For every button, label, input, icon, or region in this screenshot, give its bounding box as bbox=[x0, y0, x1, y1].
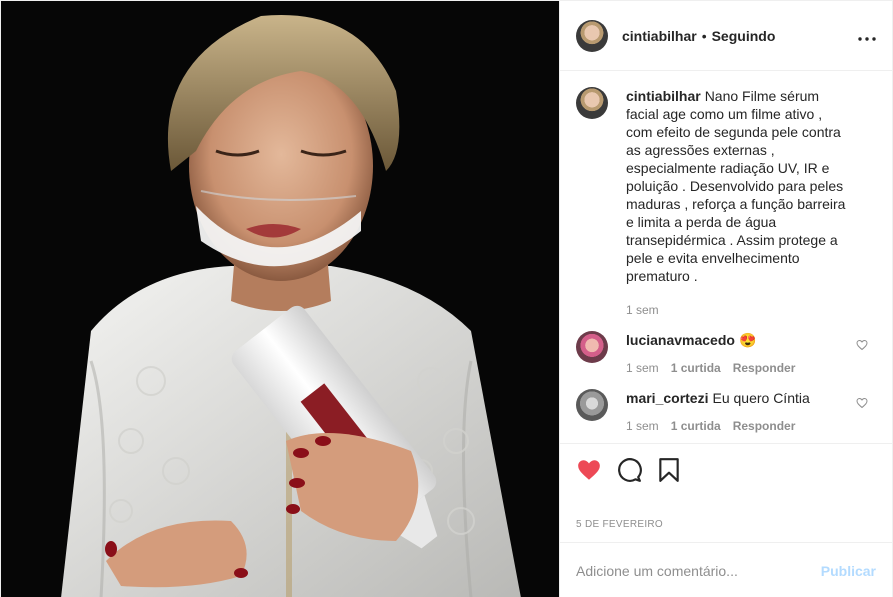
comment-item: mari_cortezi Eu quero Cíntia 1 sem 1 curt… bbox=[576, 389, 876, 433]
comment-icon[interactable] bbox=[616, 457, 642, 483]
post-viewer: cintiabilhar • Seguindo cintiabilhar Nano… bbox=[0, 0, 893, 597]
commenter-avatar[interactable] bbox=[576, 331, 608, 363]
comment-username[interactable]: lucianavmacedo bbox=[626, 332, 735, 348]
comment-username[interactable]: mari_cortezi bbox=[626, 390, 708, 406]
comments-list[interactable]: cintiabilhar Nano Filme sérum facial age … bbox=[560, 71, 892, 443]
comment-item: lucianavmacedo 😍 1 sem 1 curtida Responde… bbox=[576, 331, 876, 375]
bookmark-icon[interactable] bbox=[656, 457, 682, 483]
commenter-avatar[interactable] bbox=[576, 389, 608, 421]
author-avatar[interactable] bbox=[576, 19, 608, 52]
comment-likes[interactable]: 1 curtida bbox=[671, 419, 721, 433]
caption-username[interactable]: cintiabilhar bbox=[626, 88, 701, 104]
post-panel: cintiabilhar • Seguindo cintiabilhar Nano… bbox=[559, 1, 892, 597]
comment-time[interactable]: 1 sem bbox=[626, 361, 659, 375]
comment-text: Eu quero Cíntia bbox=[712, 390, 810, 406]
post-actions bbox=[560, 443, 892, 495]
comment-like-heart-icon[interactable] bbox=[856, 339, 868, 351]
comment-time[interactable]: 1 sem bbox=[626, 419, 659, 433]
post-photo[interactable] bbox=[1, 1, 559, 597]
comment-text: 😍 bbox=[738, 332, 757, 348]
comment-input[interactable] bbox=[576, 562, 821, 579]
reply-button[interactable]: Responder bbox=[733, 419, 796, 433]
caption: cintiabilhar Nano Filme sérum facial age … bbox=[576, 87, 876, 317]
separator-dot: • bbox=[701, 27, 707, 44]
caption-text: Nano Filme sérum facial age como um film… bbox=[626, 88, 846, 284]
comment-likes[interactable]: 1 curtida bbox=[671, 361, 721, 375]
author-username[interactable]: cintiabilhar bbox=[622, 28, 697, 44]
like-heart-icon[interactable] bbox=[576, 457, 602, 483]
caption-time[interactable]: 1 sem bbox=[626, 303, 659, 317]
post-date[interactable]: 5 DE FEVEREIRO bbox=[560, 495, 892, 545]
caption-author-avatar[interactable] bbox=[576, 87, 608, 119]
add-comment-bar: Publicar bbox=[560, 542, 892, 597]
photo-illustration bbox=[1, 1, 559, 597]
more-options-icon[interactable] bbox=[858, 25, 876, 46]
comment-like-heart-icon[interactable] bbox=[856, 397, 868, 409]
publish-button[interactable]: Publicar bbox=[821, 563, 876, 579]
reply-button[interactable]: Responder bbox=[733, 361, 796, 375]
post-header: cintiabilhar • Seguindo bbox=[560, 1, 892, 71]
follow-status-button[interactable]: Seguindo bbox=[712, 28, 776, 44]
